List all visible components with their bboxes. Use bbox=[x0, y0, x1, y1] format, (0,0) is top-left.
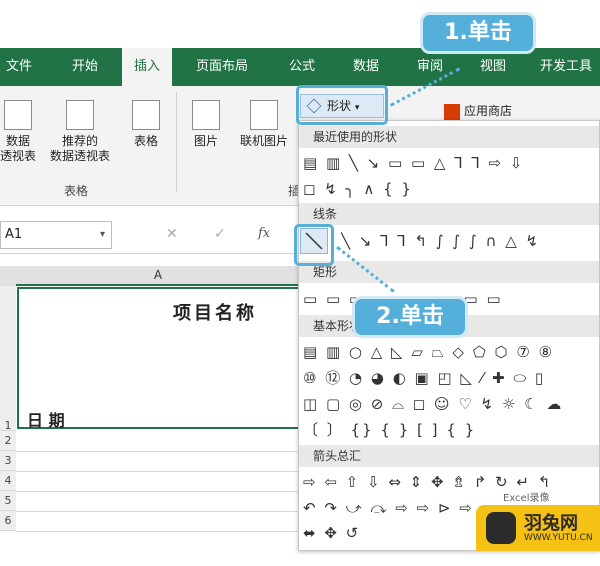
store-button[interactable]: 应用商店 bbox=[444, 104, 554, 120]
section-rectangles: 矩形 bbox=[299, 261, 599, 283]
basic-shapes-row[interactable]: ▤ ▥ ○ △ ◺ ▱ ⏢ ◇ ⬠ ⬡ ⑦ ⑧ bbox=[303, 340, 599, 364]
ribbon-divider bbox=[176, 92, 177, 192]
picture-icon bbox=[192, 100, 220, 130]
arrow-shapes-row[interactable]: ⇨ ⇦ ⇧ ⇩ ⇔ ⇕ ✥ ⇯ ↱ ↻ ↵ ↰ bbox=[303, 470, 599, 494]
table-label: 表格 bbox=[133, 134, 158, 148]
recent-shapes-row[interactable]: ◻ ↯ ╮ ∧ { } bbox=[303, 177, 599, 201]
recommended-pivot-icon bbox=[66, 100, 94, 130]
watermark-brand: 羽兔网 bbox=[524, 513, 578, 534]
basic-shapes-row[interactable]: 〔 〕 {} { } [ ] { } bbox=[303, 418, 599, 442]
store-icon bbox=[444, 104, 460, 120]
name-box[interactable]: A1 ▾ bbox=[0, 221, 112, 249]
chevron-down-icon: ▾ bbox=[99, 229, 105, 240]
date-label: 日 期 bbox=[27, 411, 65, 430]
select-all-corner[interactable] bbox=[0, 266, 16, 286]
name-box-value: A1 bbox=[5, 227, 23, 242]
pivot-table-button[interactable]: 数据 透视表 bbox=[0, 100, 40, 164]
excel-brand-label: Excel录像 bbox=[503, 493, 550, 504]
pivot-table-label: 数据 透视表 bbox=[0, 134, 36, 163]
recommended-pivot-label: 推荐的 数据透视表 bbox=[49, 134, 110, 163]
section-arrows: 箭头总汇 bbox=[299, 445, 599, 467]
tab-page-layout[interactable]: 页面布局 bbox=[196, 48, 248, 86]
row-header-5[interactable]: 5 bbox=[0, 491, 16, 511]
step2-callout: 2.单击 bbox=[352, 296, 468, 338]
section-lines: 线条 bbox=[299, 203, 599, 225]
tab-file[interactable]: 文件 bbox=[6, 48, 32, 86]
picture-button[interactable]: 图片 bbox=[186, 100, 226, 149]
basic-shapes-row[interactable]: ⑩ ⑫ ◔ ◕ ◐ ▣ ◰ ◺ ⁄ ✚ ⬭ ▯ bbox=[303, 366, 599, 390]
online-picture-label: 联机图片 bbox=[239, 134, 288, 148]
cancel-icon[interactable]: ✕ bbox=[166, 226, 178, 242]
watermark-badge: 羽兔网 WWW.YUTU.CN bbox=[476, 505, 600, 551]
tab-home[interactable]: 开始 bbox=[72, 48, 98, 86]
arrow-shapes-row[interactable]: ⬌ ✥ ↺ bbox=[303, 521, 423, 545]
column-header-a[interactable]: A bbox=[16, 266, 300, 286]
store-label: 应用商店 bbox=[464, 104, 513, 118]
table-button[interactable]: 表格 bbox=[124, 100, 168, 149]
row-header-2[interactable]: 2 bbox=[0, 431, 16, 451]
row-header-1[interactable]: 1 bbox=[0, 286, 16, 432]
tab-insert[interactable]: 插入 bbox=[122, 48, 173, 86]
basic-shapes-row[interactable]: ◫ ▢ ◎ ⊘ ⌓ ◻ ☺ ♡ ↯ ☼ ☾ ☁ bbox=[303, 392, 599, 416]
recent-shapes-row[interactable]: ▤ ▥ ╲ ↘ ▭ ▭ △ ⅂ ⅂ ⇨ ⇩ bbox=[303, 151, 599, 175]
line-shapes-row[interactable]: ╲ ↘ ⅂ ⅂ ↰ ∫ ∫ ∫ ∩ △ ↯ bbox=[341, 229, 595, 253]
project-title: 项目名称 bbox=[173, 303, 257, 324]
row-header-3[interactable]: 3 bbox=[0, 451, 16, 471]
online-picture-button[interactable]: 联机图片 bbox=[232, 100, 296, 149]
picture-label: 图片 bbox=[193, 134, 218, 148]
table-icon bbox=[132, 100, 160, 130]
tab-formulas[interactable]: 公式 bbox=[289, 48, 315, 86]
arrow-shapes-row[interactable]: ↶ ↷ ⤻ ⤼ ⇨ ⇨ ⊳ ⇨ ▭ ⇩ bbox=[303, 496, 483, 520]
watermark-url: WWW.YUTU.CN bbox=[524, 533, 593, 543]
shapes-highlight bbox=[296, 85, 388, 125]
step1-callout: 1.单击 bbox=[420, 12, 536, 54]
line-highlight bbox=[294, 224, 334, 266]
confirm-icon[interactable]: ✓ bbox=[214, 226, 226, 242]
cell-a1[interactable]: 项目名称 日 期 bbox=[17, 287, 301, 430]
tab-developer[interactable]: 开发工具 bbox=[540, 48, 592, 86]
section-recent: 最近使用的形状 bbox=[299, 126, 599, 148]
recommended-pivot-button[interactable]: 推荐的 数据透视表 bbox=[42, 100, 118, 164]
online-picture-icon bbox=[250, 100, 278, 130]
row-header-4[interactable]: 4 bbox=[0, 471, 16, 491]
row-header-6[interactable]: 6 bbox=[0, 511, 16, 531]
logo-icon bbox=[486, 512, 516, 544]
tables-group-label: 表格 bbox=[64, 184, 89, 198]
tab-data[interactable]: 数据 bbox=[353, 48, 379, 86]
function-icon[interactable]: fx bbox=[258, 226, 270, 241]
pivot-table-icon bbox=[4, 100, 32, 130]
